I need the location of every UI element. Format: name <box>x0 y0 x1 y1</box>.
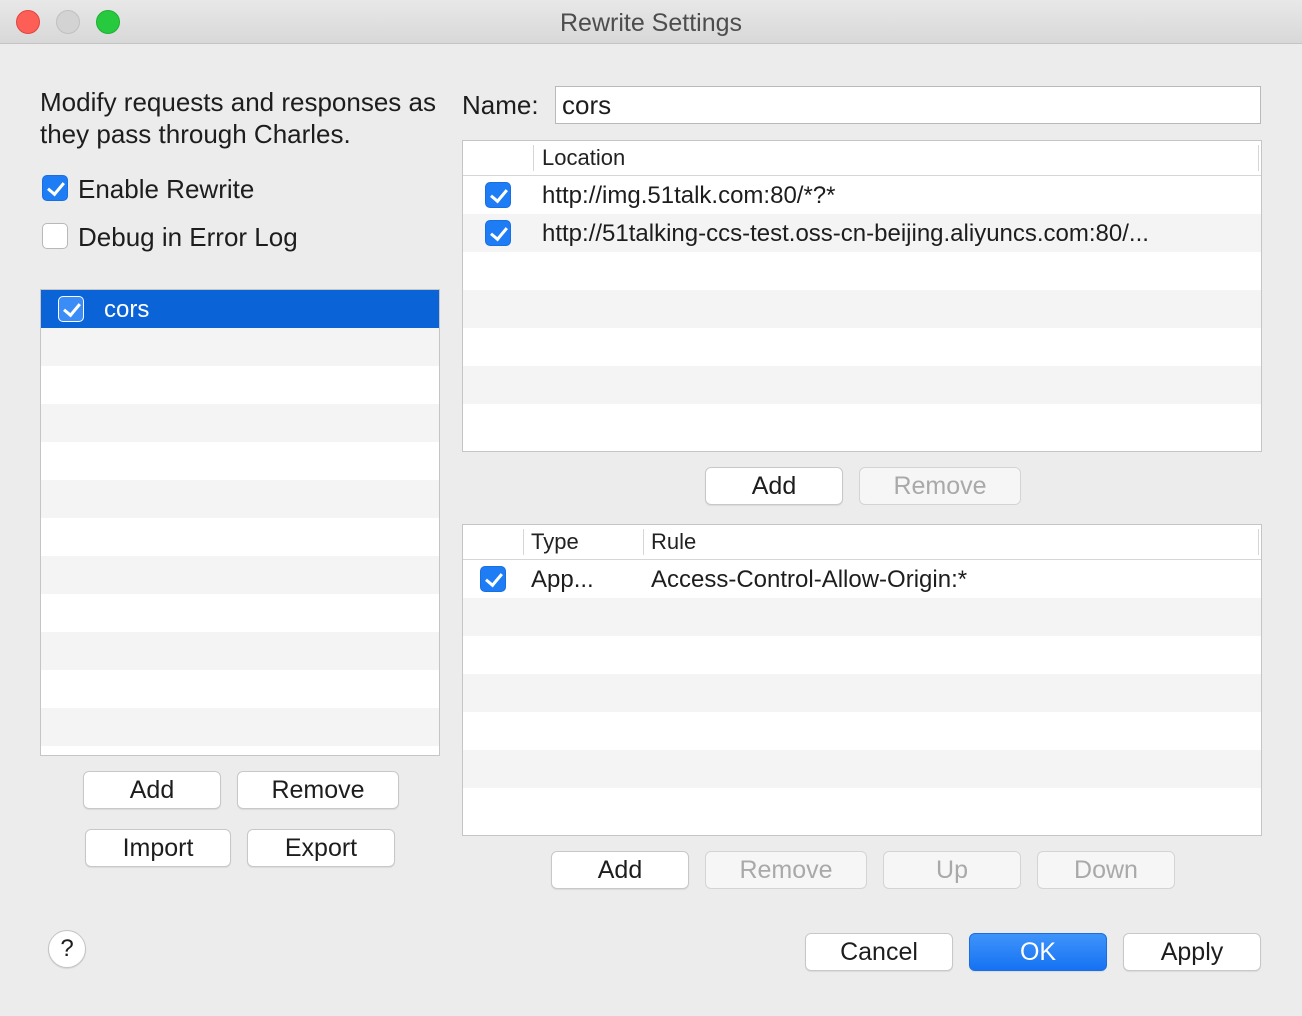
remove-location-button[interactable]: Remove <box>859 467 1021 505</box>
rule-type: App... <box>531 566 594 593</box>
rule-enabled-checkbox[interactable] <box>480 566 506 592</box>
rule-column-header[interactable]: Rule <box>651 529 696 555</box>
title-bar: Rewrite Settings <box>0 0 1302 44</box>
table-row[interactable]: http://51talking-ccs-test.oss-cn-beijing… <box>463 214 1261 252</box>
list-item <box>41 518 439 556</box>
list-item[interactable]: cors <box>41 290 439 328</box>
column-divider <box>643 529 644 555</box>
locations-header: Location <box>463 141 1261 176</box>
table-row <box>463 674 1261 712</box>
rules-header: Type Rule <box>463 525 1261 560</box>
locations-table[interactable]: Location http://img.51talk.com:80/*?* ht… <box>462 140 1262 452</box>
enable-rewrite-label: Enable Rewrite <box>78 174 255 204</box>
table-row <box>463 290 1261 328</box>
list-item <box>41 632 439 670</box>
list-item <box>41 328 439 366</box>
list-item <box>41 480 439 518</box>
table-row <box>463 750 1261 788</box>
rules-table[interactable]: Type Rule App... Access-Control-Allow-Or… <box>462 524 1262 836</box>
list-item <box>41 556 439 594</box>
list-item <box>41 708 439 746</box>
location-column-header[interactable]: Location <box>542 145 625 171</box>
apply-button[interactable]: Apply <box>1123 933 1261 971</box>
table-row <box>463 788 1261 826</box>
location-enabled-checkbox[interactable] <box>485 182 511 208</box>
window-title: Rewrite Settings <box>559 9 743 37</box>
remove-rule-button[interactable]: Remove <box>705 851 867 889</box>
rule-text: Access-Control-Allow-Origin:* <box>651 566 968 593</box>
remove-set-button[interactable]: Remove <box>237 771 399 809</box>
table-row[interactable]: App... Access-Control-Allow-Origin:* <box>463 560 1261 598</box>
add-set-button[interactable]: Add <box>83 771 221 809</box>
table-row <box>463 636 1261 674</box>
add-rule-button[interactable]: Add <box>551 851 689 889</box>
list-item <box>41 594 439 632</box>
table-row <box>463 712 1261 750</box>
list-item <box>41 404 439 442</box>
set-enabled-checkbox[interactable] <box>58 296 84 322</box>
add-location-button[interactable]: Add <box>705 467 843 505</box>
list-item <box>41 366 439 404</box>
list-item <box>41 442 439 480</box>
column-divider <box>1258 529 1259 555</box>
help-button[interactable]: ? <box>48 930 86 968</box>
move-up-button[interactable]: Up <box>883 851 1021 889</box>
table-row <box>463 598 1261 636</box>
location-url: http://img.51talk.com:80/*?* <box>542 182 836 209</box>
type-column-header[interactable]: Type <box>531 529 579 555</box>
export-button[interactable]: Export <box>247 829 395 867</box>
column-divider <box>533 145 534 171</box>
location-enabled-checkbox[interactable] <box>485 220 511 246</box>
set-name: cors <box>104 296 150 323</box>
table-row <box>463 252 1261 290</box>
list-item <box>41 670 439 708</box>
location-url: http://51talking-ccs-test.oss-cn-beijing… <box>542 220 1149 247</box>
enable-rewrite-checkbox[interactable] <box>42 175 68 201</box>
column-divider <box>523 529 524 555</box>
table-row <box>463 404 1261 442</box>
table-row <box>463 328 1261 366</box>
name-label: Name: <box>462 90 539 120</box>
table-row <box>463 366 1261 404</box>
ok-button[interactable]: OK <box>969 933 1107 971</box>
import-button[interactable]: Import <box>85 829 231 867</box>
move-down-button[interactable]: Down <box>1037 851 1175 889</box>
debug-error-log-checkbox[interactable] <box>42 223 68 249</box>
cancel-button[interactable]: Cancel <box>805 933 953 971</box>
column-divider <box>1258 145 1259 171</box>
rewrite-sets-list[interactable]: cors <box>40 289 440 756</box>
description-text: Modify requests and responses as they pa… <box>40 87 436 149</box>
table-row[interactable]: http://img.51talk.com:80/*?* <box>463 176 1261 214</box>
debug-error-log-label: Debug in Error Log <box>78 222 298 252</box>
name-input[interactable] <box>555 86 1261 124</box>
